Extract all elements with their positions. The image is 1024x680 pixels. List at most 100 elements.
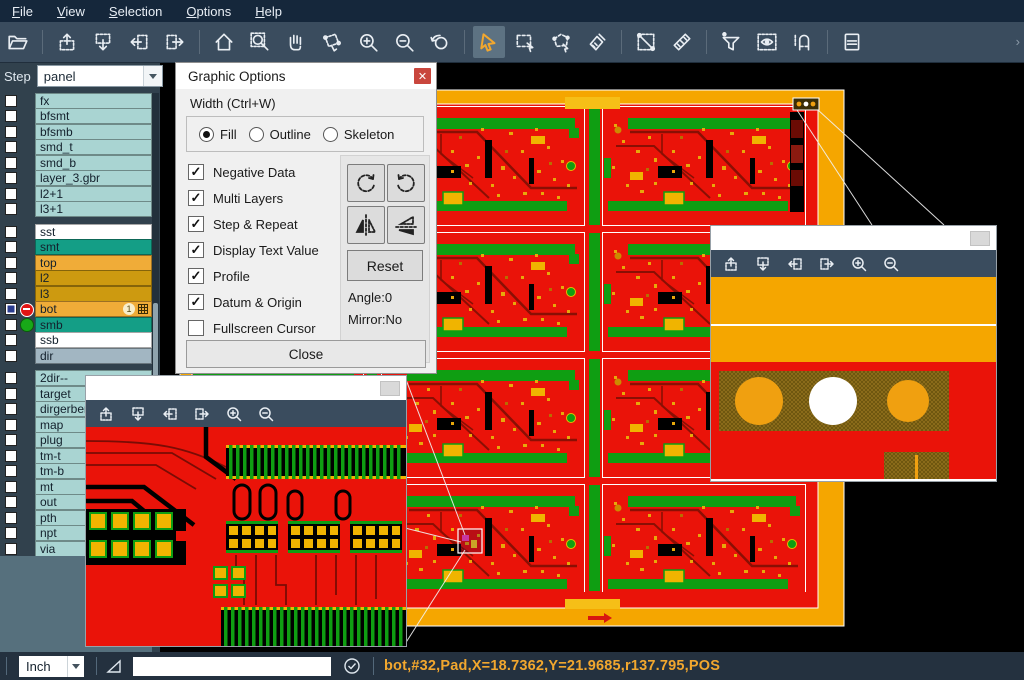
pan-left-button[interactable] [782,252,808,276]
zoom-out-button[interactable] [253,402,279,426]
layer-checkbox[interactable] [5,372,17,384]
zoom-region-button[interactable] [244,26,276,58]
layer-checkbox[interactable] [5,496,17,508]
menu-selection[interactable]: Selection [97,2,174,21]
mirror-vertical-button[interactable] [347,206,385,244]
layer-checkbox[interactable] [5,388,17,400]
menu-file[interactable]: File [0,2,45,21]
step-select[interactable]: panel [37,65,163,87]
unit-select[interactable]: Inch [19,656,84,677]
layer-row-bot[interactable]: bot1 [0,302,152,318]
checkbox-datum-origin[interactable]: ✓Datum & Origin [188,289,319,315]
pan-up-button[interactable] [718,252,744,276]
layer-checkbox[interactable] [5,419,17,431]
rect-select-button[interactable] [509,26,541,58]
layer-checkbox[interactable] [5,434,17,446]
pan-up-button[interactable] [51,26,83,58]
layer-row-smd_t[interactable]: smd_t [0,140,152,156]
checkbox-step-repeat[interactable]: ✓Step & Repeat [188,211,319,237]
layer-row-layer_3.gbr[interactable]: layer_3.gbr [0,171,152,187]
show-in-box-button[interactable] [751,26,783,58]
layer-checkbox[interactable] [5,512,17,524]
layer-row-dir[interactable]: dir [0,348,152,364]
pan-right-button[interactable] [189,402,215,426]
measure-distance-button[interactable] [630,26,662,58]
toolbar-overflow-chevron[interactable]: › [1016,34,1020,49]
pan-hand-button[interactable] [280,26,312,58]
layer-checkbox[interactable] [5,95,17,107]
layers-panel-button[interactable] [836,26,868,58]
pan-left-button[interactable] [123,26,155,58]
layer-checkbox[interactable] [5,303,17,315]
menu-help[interactable]: Help [243,2,294,21]
radio-skeleton[interactable]: Skeleton [323,127,395,142]
window-button-icon[interactable] [380,381,400,396]
pan-down-button[interactable] [125,402,151,426]
open-folder-button[interactable] [2,26,34,58]
layer-row-l2+1[interactable]: l2+1 [0,186,152,202]
layer-row-smd_b[interactable]: smd_b [0,155,152,171]
zoom-out-button[interactable] [388,26,420,58]
layer-row-l2[interactable]: l2 [0,271,152,287]
angle-mode-icon[interactable] [105,657,123,675]
layer-checkbox[interactable] [5,319,17,331]
layer-checkbox[interactable] [5,226,17,238]
layer-checkbox[interactable] [5,334,17,346]
pan-down-button[interactable] [750,252,776,276]
polygon-select-button[interactable] [545,26,577,58]
checkbox-profile[interactable]: ✓Profile [188,263,319,289]
layer-checkbox[interactable] [5,481,17,493]
radio-fill[interactable]: Fill [199,127,237,142]
clear-brush-button[interactable] [581,26,613,58]
menu-view[interactable]: View [45,2,97,21]
pan-up-button[interactable] [93,402,119,426]
rotate-ccw-button[interactable] [387,164,425,202]
layer-row-smb[interactable]: smb [0,317,152,333]
magnifier-right-titlebar[interactable] [711,226,996,250]
home-view-button[interactable] [208,26,240,58]
reset-button[interactable]: Reset [347,250,423,281]
layer-row-sst[interactable]: sst [0,224,152,240]
dialog-title[interactable]: Graphic Options [176,63,436,89]
checkbox-negative-data[interactable]: ✓Negative Data [188,159,319,185]
layer-row-smt[interactable]: smt [0,240,152,256]
layer-checkbox[interactable] [5,257,17,269]
close-icon[interactable]: ✕ [414,68,431,84]
layer-row-bfsmb[interactable]: bfsmb [0,124,152,140]
pan-right-button[interactable] [814,252,840,276]
layer-checkbox[interactable] [5,172,17,184]
layer-checkbox[interactable] [5,188,17,200]
layer-checkbox[interactable] [5,543,17,555]
layer-checkbox[interactable] [5,141,17,153]
filter-button[interactable] [715,26,747,58]
command-input[interactable] [133,657,331,676]
pan-left-button[interactable] [157,402,183,426]
zoom-in-button[interactable] [352,26,384,58]
layer-row-fx[interactable]: fx [0,93,152,109]
pan-right-button[interactable] [159,26,191,58]
rotate-cw-button[interactable] [347,164,385,202]
select-cursor-button[interactable] [473,26,505,58]
zoom-in-button[interactable] [846,252,872,276]
layer-checkbox[interactable] [5,157,17,169]
layer-checkbox[interactable] [5,203,17,215]
magnifier-window-left[interactable] [85,375,407,647]
layer-row-ssb[interactable]: ssb [0,333,152,349]
checkbox-fullscreen-cursor[interactable]: Fullscreen Cursor [188,315,319,341]
layer-checkbox[interactable] [5,465,17,477]
layer-checkbox[interactable] [5,288,17,300]
zoom-in-button[interactable] [221,402,247,426]
layer-checkbox[interactable] [5,272,17,284]
zoom-previous-button[interactable] [424,26,456,58]
layer-checkbox[interactable] [5,126,17,138]
apply-check-icon[interactable] [343,657,361,675]
layer-checkbox[interactable] [5,241,17,253]
menu-options[interactable]: Options [174,2,243,21]
layer-checkbox[interactable] [5,450,17,462]
layer-row-l3+1[interactable]: l3+1 [0,202,152,218]
layer-checkbox[interactable] [5,527,17,539]
mirror-horizontal-button[interactable] [387,206,425,244]
checkbox-multi-layers[interactable]: ✓Multi Layers [188,185,319,211]
layer-row-bfsmt[interactable]: bfsmt [0,109,152,125]
close-button[interactable]: Close [186,340,426,368]
